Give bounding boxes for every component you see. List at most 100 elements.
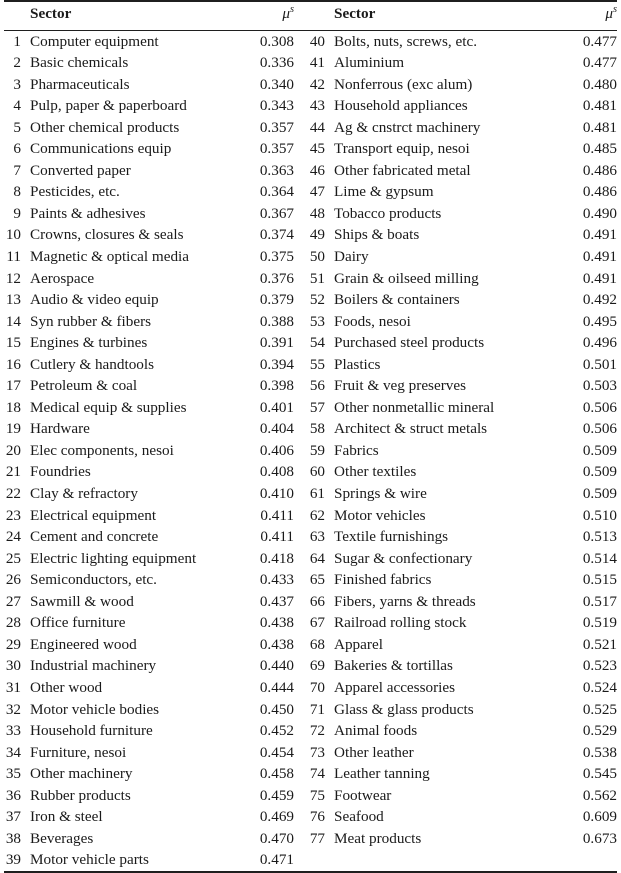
row-value-left: 0.452 — [259, 722, 294, 740]
row-index-left: 22 — [5, 485, 21, 503]
row-value-right: 0.490 — [582, 204, 617, 222]
row-value-left: 0.379 — [259, 291, 294, 309]
row-sector-right: Fabrics — [334, 441, 379, 459]
row-value-left: 0.433 — [259, 571, 294, 589]
row-value-right: 0.524 — [582, 678, 617, 696]
row-index-right: 70 — [309, 678, 325, 696]
row-index-right: 76 — [309, 808, 325, 826]
row-sector-right: Springs & wire — [334, 485, 427, 503]
row-value-left: 0.364 — [259, 183, 294, 201]
row-index-right: 50 — [309, 248, 325, 266]
row-gap — [294, 440, 308, 462]
row-value-left: 0.470 — [259, 829, 294, 847]
header-sector-right: Sector — [334, 0, 556, 31]
row-gap — [294, 95, 308, 117]
row-sector-right: Plastics — [334, 355, 381, 373]
row-value-right: 0.514 — [582, 549, 617, 567]
row-sector-left: Motor vehicle bodies — [30, 700, 160, 718]
row-value-left: 0.450 — [259, 700, 294, 718]
table-row: 15 Engines & turbines 0.391 54 Purchased ste… — [4, 332, 617, 354]
row-gap — [294, 375, 308, 397]
table-row: 29 Engineered wood 0.438 68 Apparel 0.521 — [4, 634, 617, 656]
row-value-right: 0.538 — [582, 743, 617, 761]
table-row: 9 Paints & adhesives 0.367 48 Tobacco produc… — [4, 203, 617, 225]
table-body: 1 Computer equipment 0.308 40 Bolts, nuts, s… — [4, 30, 617, 873]
row-gap — [294, 203, 308, 225]
row-index-right: 46 — [309, 161, 325, 179]
row-value-left: 0.388 — [259, 312, 294, 330]
row-sector-left: Electrical equipment — [30, 506, 157, 524]
row-sector-right: Nonferrous (exc alum) — [334, 75, 473, 93]
row-gap — [294, 181, 308, 203]
table-row: 35 Other machinery 0.458 74 Leather tanning 0… — [4, 763, 617, 785]
row-index-left: 20 — [5, 441, 21, 459]
row-sector-left: Clay & refractory — [30, 485, 138, 503]
row-index-left: 14 — [5, 312, 21, 330]
row-value-right — [556, 849, 617, 873]
row-sector-left: Magnetic & optical media — [30, 248, 189, 266]
row-value-right: 0.509 — [582, 485, 617, 503]
row-sector-left: Other wood — [30, 678, 103, 696]
row-sector-right: Household appliances — [334, 97, 468, 115]
row-index-left: 13 — [5, 291, 21, 309]
row-index-right: 75 — [309, 786, 325, 804]
row-index-right: 54 — [309, 334, 325, 352]
row-index-right: 59 — [309, 441, 325, 459]
row-index-left: 28 — [5, 614, 21, 632]
header-mu-superscript-left: s — [289, 3, 294, 15]
table-row: 4 Pulp, paper & paperboard 0.343 43 Househol… — [4, 95, 617, 117]
header-mu-symbol-left: μ — [282, 5, 290, 22]
row-index-right: 58 — [309, 420, 325, 438]
table-row: 1 Computer equipment 0.308 40 Bolts, nuts, s… — [4, 30, 617, 52]
header-index-right — [308, 0, 334, 31]
row-value-left: 0.469 — [259, 808, 294, 826]
table-row: 2 Basic chemicals 0.336 41 Aluminium 0.477 — [4, 52, 617, 74]
row-sector-right: Grain & oilseed milling — [334, 269, 479, 287]
row-index-right: 62 — [309, 506, 325, 524]
row-gap — [294, 569, 308, 591]
row-sector-right: Meat products — [334, 829, 422, 847]
table-row: 39 Motor vehicle parts 0.471 — [4, 849, 617, 873]
row-index-left: 6 — [13, 140, 21, 158]
row-sector-right: Fruit & veg preserves — [334, 377, 467, 395]
row-value-left: 0.363 — [259, 161, 294, 179]
row-gap — [294, 849, 308, 873]
row-sector-left: Engineered wood — [30, 635, 137, 653]
row-value-left: 0.437 — [259, 592, 294, 610]
row-sector-right: Sugar & confectionary — [334, 549, 473, 567]
row-gap — [294, 612, 308, 634]
row-value-right: 0.545 — [582, 765, 617, 783]
row-value-right: 0.495 — [582, 312, 617, 330]
row-index-right: 41 — [309, 54, 325, 72]
row-value-right: 0.525 — [582, 700, 617, 718]
row-sector-left: Engines & turbines — [30, 334, 148, 352]
row-sector-left: Sawmill & wood — [30, 592, 134, 610]
row-value-right: 0.486 — [582, 183, 617, 201]
row-index-left: 15 — [5, 334, 21, 352]
row-index-left: 1 — [13, 32, 21, 50]
row-index-right: 53 — [309, 312, 325, 330]
row-value-right: 0.521 — [582, 635, 617, 653]
row-gap — [294, 763, 308, 785]
row-value-right: 0.481 — [582, 97, 617, 115]
row-sector-left: Rubber products — [30, 786, 131, 804]
row-value-right: 0.515 — [582, 571, 617, 589]
row-sector-right: Seafood — [334, 808, 384, 826]
row-gap — [294, 138, 308, 160]
row-value-left: 0.411 — [260, 528, 294, 546]
row-index-right: 49 — [309, 226, 325, 244]
row-sector-right: Animal foods — [334, 722, 418, 740]
table-row: 18 Medical equip & supplies 0.401 57 Other n… — [4, 397, 617, 419]
row-index-left: 21 — [5, 463, 21, 481]
row-sector-right: Glass & glass products — [334, 700, 474, 718]
row-sector-left: Computer equipment — [30, 32, 159, 50]
row-index-right: 48 — [309, 204, 325, 222]
row-sector-left: Syn rubber & fibers — [30, 312, 152, 330]
row-sector-right: Ag & cnstrct machinery — [334, 118, 481, 136]
row-gap — [294, 655, 308, 677]
table-row: 5 Other chemical products 0.357 44 Ag & cnst… — [4, 117, 617, 139]
table-row: 6 Communications equip 0.357 45 Transport eq… — [4, 138, 617, 160]
row-index-right: 47 — [309, 183, 325, 201]
row-index-left: 2 — [13, 54, 21, 72]
row-sector-left: Household furniture — [30, 722, 153, 740]
